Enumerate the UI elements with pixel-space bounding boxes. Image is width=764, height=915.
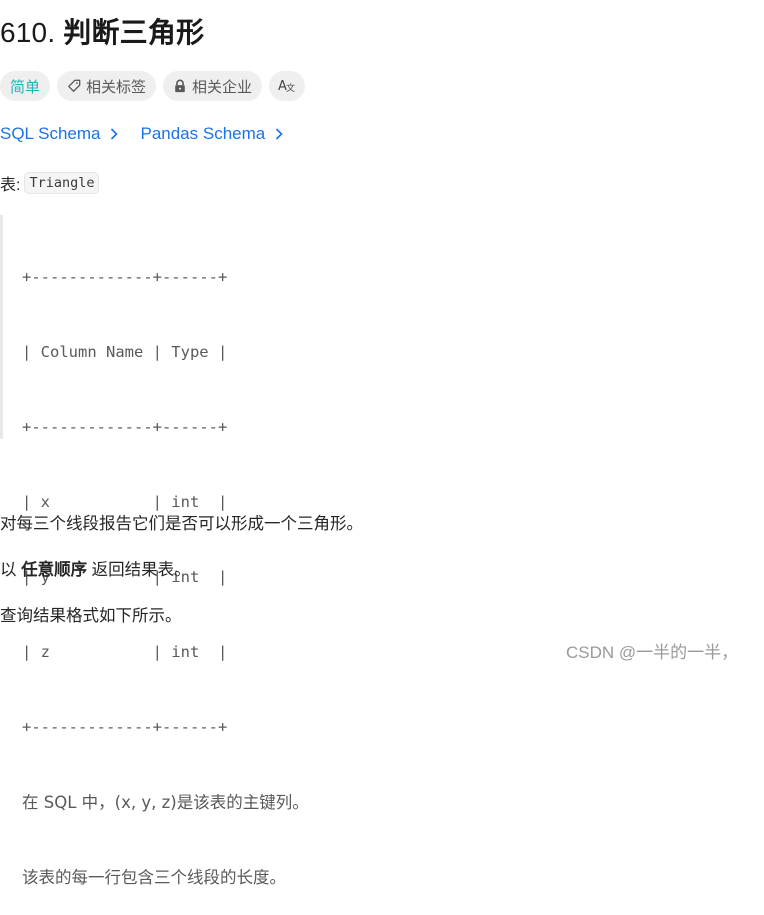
page-title: 610. 判断三角形 bbox=[0, 14, 204, 52]
chevron-right-icon bbox=[275, 128, 283, 140]
schema-border-mid: +-------------+------+ bbox=[22, 418, 228, 436]
sql-schema-label: SQL Schema bbox=[0, 124, 101, 143]
table-intro: 表: Triangle bbox=[0, 171, 100, 195]
schema-border-bottom: +-------------+------+ bbox=[22, 718, 228, 736]
sql-schema-link[interactable]: SQL Schema bbox=[0, 124, 119, 144]
translate-icon: A文 bbox=[278, 77, 296, 96]
lock-icon bbox=[173, 79, 187, 93]
text: 以 bbox=[0, 561, 22, 579]
schema-links: SQL Schema Pandas Schema bbox=[0, 124, 283, 144]
pandas-schema-link[interactable]: Pandas Schema bbox=[140, 124, 283, 144]
description-paragraph: 对每三个线段报告它们是否可以形成一个三角形。 bbox=[0, 515, 363, 533]
related-tags-button[interactable]: 相关标签 bbox=[57, 71, 157, 101]
problem-number: 610. bbox=[0, 17, 56, 48]
description-paragraph: 查询结果格式如下所示。 bbox=[0, 607, 182, 625]
related-tags-label: 相关标签 bbox=[86, 78, 147, 96]
tag-icon bbox=[67, 79, 81, 93]
problem-title: 判断三角形 bbox=[63, 17, 205, 48]
description-paragraph: 以 任意顺序 返回结果表。 bbox=[0, 556, 191, 580]
schema-row: | z | int | bbox=[22, 643, 228, 661]
translate-button[interactable]: A文 bbox=[269, 71, 306, 101]
csdn-watermark: CSDN @一半的一半， bbox=[566, 643, 739, 662]
schema-note: 在 SQL 中，(x, y, z)是该表的主键列。 bbox=[22, 793, 309, 812]
table-name-code: Triangle bbox=[24, 172, 100, 194]
chevron-right-icon bbox=[110, 128, 119, 140]
tag-bar: 简单 相关标签 相关企业 A文 bbox=[0, 71, 306, 101]
svg-text:文: 文 bbox=[286, 82, 295, 93]
related-companies-label: 相关企业 bbox=[192, 78, 253, 96]
text: 返回结果表。 bbox=[87, 561, 191, 579]
related-companies-button[interactable]: 相关企业 bbox=[163, 71, 263, 101]
schema-note: 该表的每一行包含三个线段的长度。 bbox=[22, 868, 286, 887]
table-label: 表: bbox=[0, 177, 21, 194]
difficulty-badge[interactable]: 简单 bbox=[0, 71, 51, 101]
bold-text: 任意顺序 bbox=[21, 561, 88, 579]
pandas-schema-label: Pandas Schema bbox=[140, 124, 266, 143]
schema-border-top: +-------------+------+ bbox=[22, 268, 228, 286]
schema-header-row: | Column Name | Type | bbox=[22, 343, 228, 361]
schema-code-block: +-------------+------+ | Column Name | T… bbox=[0, 215, 380, 887]
